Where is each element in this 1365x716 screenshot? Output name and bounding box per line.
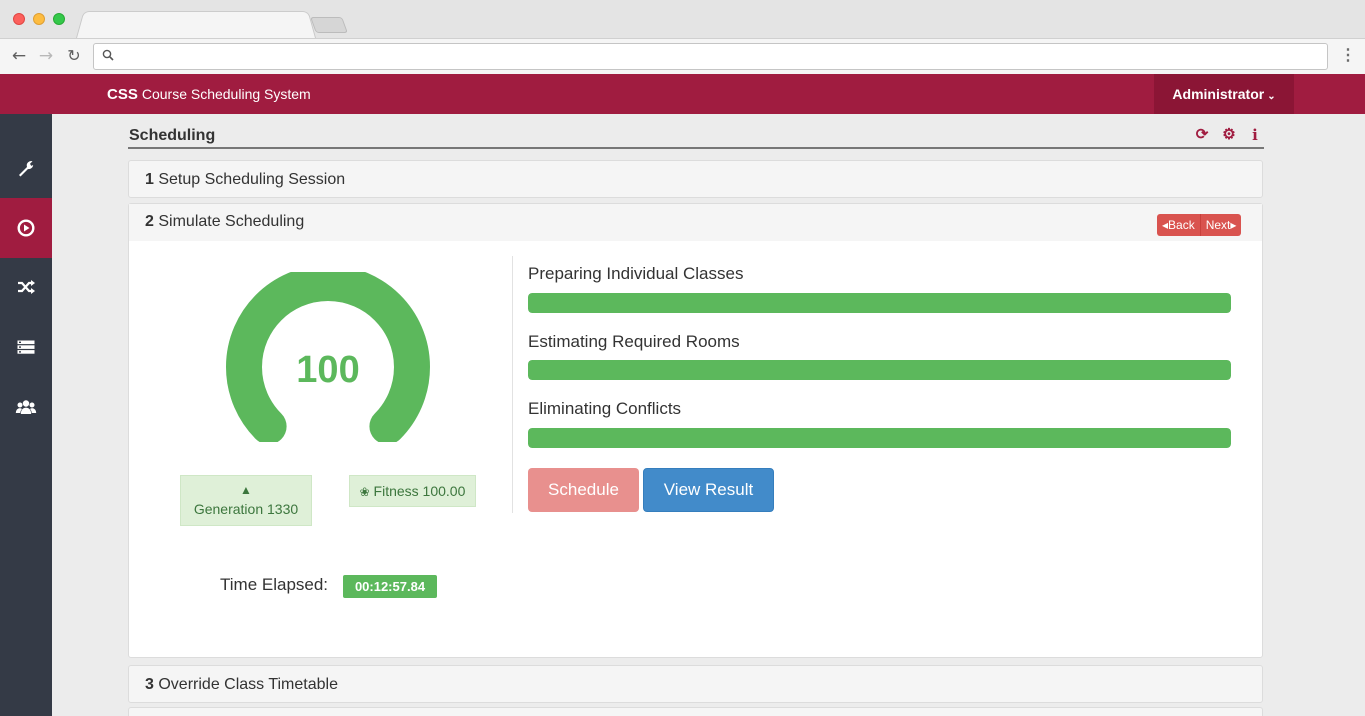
sidebar bbox=[0, 114, 52, 716]
time-elapsed-label: Time Elapsed: bbox=[220, 575, 329, 594]
new-tab-button[interactable] bbox=[310, 17, 348, 33]
step-number: 1 bbox=[145, 171, 154, 188]
sidebar-item-timetable[interactable] bbox=[0, 317, 52, 377]
generation-badge: ▲ Generation 1330 bbox=[180, 475, 312, 526]
window-minimize-button[interactable] bbox=[33, 13, 45, 25]
refresh-icon[interactable]: ⟳ bbox=[1194, 126, 1210, 144]
progress-bar-rooms bbox=[528, 360, 1231, 380]
progress-bar-conflicts bbox=[528, 428, 1231, 448]
step-simulate-header[interactable]: 2 Simulate Scheduling bbox=[129, 204, 1262, 241]
schedule-button[interactable]: Schedule bbox=[528, 468, 639, 512]
progress-fill bbox=[528, 293, 1231, 313]
play-circle-icon bbox=[17, 219, 35, 237]
page-title: Scheduling bbox=[129, 127, 216, 144]
brand-short: CSS bbox=[107, 86, 138, 103]
address-bar[interactable] bbox=[93, 43, 1328, 70]
generation-label: Generation 1330 bbox=[193, 501, 299, 517]
progress-label-rooms: Estimating Required Rooms bbox=[528, 332, 740, 351]
gear-icon[interactable]: ⚙ bbox=[1221, 126, 1237, 144]
window-maximize-button[interactable] bbox=[53, 13, 65, 25]
back-arrow-icon[interactable]: ← bbox=[9, 46, 29, 66]
gauge-value: 100 bbox=[296, 349, 360, 391]
browser-menu-icon[interactable]: ⋮ bbox=[1340, 46, 1356, 66]
step-override-header[interactable]: 3 Override Class Timetable bbox=[128, 665, 1263, 703]
forward-arrow-icon[interactable]: → bbox=[36, 46, 56, 66]
browser-chrome: ← → ↻ ⋮ bbox=[0, 0, 1365, 74]
next-button-label: Next bbox=[1205, 218, 1231, 232]
time-elapsed-value: 00:12:57.84 bbox=[343, 575, 437, 598]
chevron-down-icon: ⌄ bbox=[1267, 91, 1276, 102]
wrench-icon bbox=[19, 161, 34, 177]
reload-icon[interactable]: ↻ bbox=[64, 46, 84, 66]
fitness-label: Fitness 100.00 bbox=[373, 483, 466, 499]
search-icon bbox=[102, 49, 114, 61]
page-actions: ⟳ ⚙ i bbox=[1194, 126, 1260, 144]
sidebar-item-settings[interactable] bbox=[0, 138, 52, 198]
next-button[interactable]: Next▸ bbox=[1200, 214, 1242, 236]
progress-label-classes: Preparing Individual Classes bbox=[528, 264, 744, 283]
progress-label-conflicts: Eliminating Conflicts bbox=[528, 399, 682, 418]
progress-fill bbox=[528, 428, 1231, 448]
list-icon bbox=[17, 340, 35, 354]
fire-icon: ▲ bbox=[240, 483, 252, 497]
title-divider bbox=[128, 147, 1264, 149]
step-simulate-panel: 2 Simulate Scheduling ◂Back Next▸ 100 ▲ … bbox=[128, 203, 1263, 658]
browser-toolbar: ← → ↻ ⋮ bbox=[0, 38, 1365, 74]
main-content: Scheduling ⟳ ⚙ i 1 Setup Scheduling Sess… bbox=[52, 114, 1365, 716]
back-button-label: Back bbox=[1168, 218, 1195, 232]
step-setup-header[interactable]: 1 Setup Scheduling Session bbox=[128, 160, 1263, 198]
step-nav-buttons: ◂Back Next▸ bbox=[1157, 214, 1242, 236]
sidebar-item-users[interactable] bbox=[0, 377, 52, 437]
progress-bar-classes bbox=[528, 293, 1231, 313]
shuffle-icon bbox=[18, 280, 35, 294]
app-header: CSS Course Scheduling System Administrato… bbox=[0, 74, 1365, 114]
fitness-badge: ❀ Fitness 100.00 bbox=[349, 475, 476, 507]
step-label: Override Class Timetable bbox=[158, 676, 338, 693]
brand-full: Course Scheduling System bbox=[141, 86, 311, 102]
users-icon bbox=[15, 400, 37, 414]
brand[interactable]: CSS Course Scheduling System bbox=[107, 86, 311, 103]
user-menu-dropdown[interactable]: Administrator ⌄ bbox=[1154, 74, 1294, 114]
browser-tab[interactable] bbox=[76, 11, 316, 38]
progress-fill bbox=[528, 360, 1231, 380]
back-button[interactable]: ◂Back bbox=[1157, 214, 1201, 236]
sidebar-item-randomize[interactable] bbox=[0, 257, 52, 317]
user-menu-label: Administrator bbox=[1172, 86, 1265, 102]
info-icon[interactable]: i bbox=[1247, 126, 1263, 144]
step-label: Simulate Scheduling bbox=[158, 213, 305, 230]
column-divider bbox=[512, 256, 513, 513]
step-number: 2 bbox=[145, 213, 154, 230]
step-label: Setup Scheduling Session bbox=[158, 171, 346, 188]
view-result-button[interactable]: View Result bbox=[643, 468, 774, 512]
caret-right-icon: ▸ bbox=[1230, 218, 1237, 232]
leaf-icon: ❀ bbox=[359, 485, 370, 499]
sidebar-item-simulate[interactable] bbox=[0, 198, 52, 258]
window-close-button[interactable] bbox=[13, 13, 25, 25]
next-step-panel-edge bbox=[128, 707, 1263, 716]
step-number: 3 bbox=[145, 676, 154, 693]
